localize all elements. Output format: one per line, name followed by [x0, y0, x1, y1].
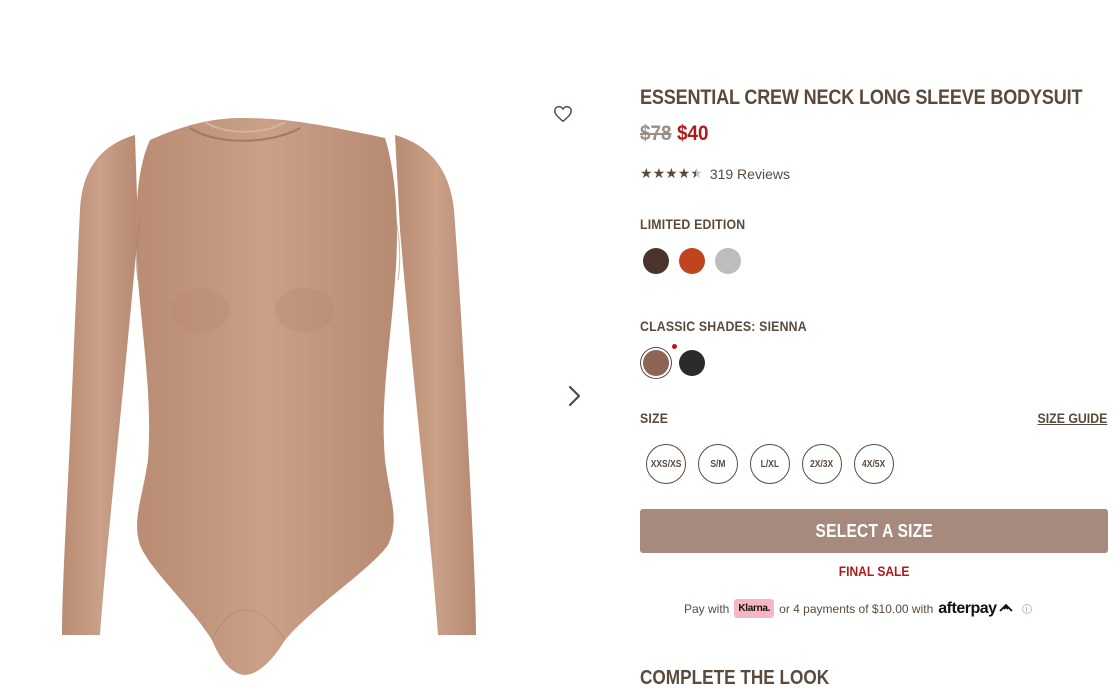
color-swatch[interactable] [715, 248, 741, 274]
half-star-icon: ★ [690, 165, 703, 181]
wishlist-button[interactable] [550, 101, 576, 127]
size-option-s-m[interactable]: S/M [698, 444, 738, 484]
klarna-logo[interactable]: Klarna. [734, 599, 775, 618]
star-rating[interactable]: ★ ★ ★ ★ ★ [640, 165, 703, 182]
product-title: ESSENTIAL CREW NECK LONG SLEEVE BODYSUIT [640, 86, 1083, 109]
star-icon: ★ [677, 165, 691, 181]
select-size-button[interactable]: SELECT A SIZE [640, 509, 1108, 553]
original-price: $78 [640, 122, 672, 145]
afterpay-logo[interactable]: afterpay [938, 600, 1013, 618]
color-swatch[interactable] [679, 350, 705, 376]
size-guide-link[interactable]: SIZE GUIDE [1037, 410, 1107, 426]
chevron-right-icon [568, 385, 581, 407]
pay-with-text: Pay with [684, 601, 730, 616]
size-option-4x-5x[interactable]: 4X/5X [854, 444, 894, 484]
color-swatch[interactable] [643, 248, 669, 274]
final-sale-notice: FINAL SALE [838, 563, 910, 579]
star-icon: ★ [665, 165, 678, 181]
color-swatch[interactable] [679, 248, 705, 274]
limited-edition-label: LIMITED EDITION [640, 216, 746, 232]
color-swatch-selected[interactable] [643, 344, 677, 376]
classic-shades-swatches [643, 344, 705, 376]
afterpay-label: afterpay [938, 599, 997, 617]
classic-shades-label: CLASSIC SHADES: SIENNA [640, 318, 807, 334]
limited-edition-swatches [643, 248, 741, 274]
star-icon: ★ [652, 165, 666, 181]
payment-options: Pay with Klarna. or 4 payments of $10.00… [684, 599, 1032, 618]
product-details: ESSENTIAL CREW NECK LONG SLEEVE BODYSUIT… [640, 0, 1110, 688]
rating-row: ★ ★ ★ ★ ★ 319 Reviews [640, 165, 790, 182]
new-indicator-dot [672, 344, 677, 349]
size-option-2x-3x[interactable]: 2X/3X [802, 444, 842, 484]
complete-the-look-heading: COMPLETE THE LOOK [640, 667, 830, 688]
reviews-link[interactable]: 319 Reviews [710, 166, 790, 182]
installments-text: or 4 payments of $10.00 with [779, 601, 934, 616]
size-option-l-xl[interactable]: L/XL [750, 444, 790, 484]
afterpay-arrows-icon [998, 603, 1013, 612]
heart-outline-icon [554, 105, 572, 123]
next-image-button[interactable] [562, 382, 586, 410]
price-row: $78 $40 [640, 122, 708, 146]
product-image[interactable] [40, 100, 490, 680]
info-icon[interactable]: i [1021, 603, 1032, 614]
size-options: XXS/XS S/M L/XL 2X/3X 4X/5X [646, 444, 894, 484]
size-option-xxs-xs[interactable]: XXS/XS [646, 444, 686, 484]
sale-price: $40 [676, 122, 709, 145]
size-label: SIZE [640, 410, 669, 426]
product-gallery [0, 0, 600, 688]
star-icon: ★ [640, 165, 653, 181]
